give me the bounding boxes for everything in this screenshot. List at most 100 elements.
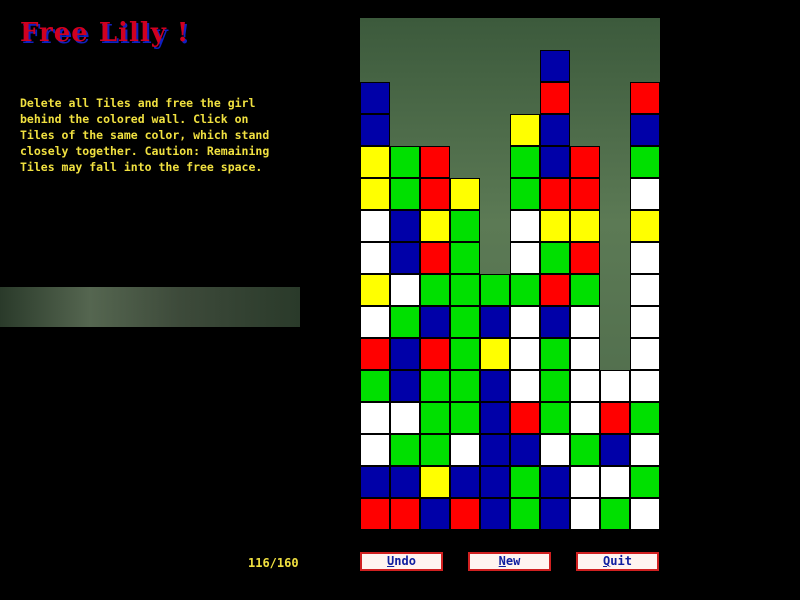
tile[interactable] <box>390 370 420 402</box>
tile[interactable] <box>630 338 660 370</box>
tile[interactable] <box>630 274 660 306</box>
tile[interactable] <box>570 146 600 178</box>
tile[interactable] <box>450 402 480 434</box>
tile[interactable] <box>510 466 540 498</box>
tile[interactable] <box>540 114 570 146</box>
tile[interactable] <box>540 178 570 210</box>
tile[interactable] <box>360 466 390 498</box>
tile[interactable] <box>600 434 630 466</box>
tile[interactable] <box>510 338 540 370</box>
tile[interactable] <box>570 338 600 370</box>
tile[interactable] <box>540 210 570 242</box>
tile[interactable] <box>360 242 390 274</box>
tile[interactable] <box>540 370 570 402</box>
tile[interactable] <box>450 370 480 402</box>
tile[interactable] <box>630 370 660 402</box>
tile[interactable] <box>450 178 480 210</box>
tile[interactable] <box>510 402 540 434</box>
tile[interactable] <box>510 306 540 338</box>
tile[interactable] <box>390 178 420 210</box>
tile[interactable] <box>390 466 420 498</box>
tile[interactable] <box>570 466 600 498</box>
tile[interactable] <box>390 306 420 338</box>
tile[interactable] <box>390 434 420 466</box>
tile[interactable] <box>420 146 450 178</box>
tile[interactable] <box>570 498 600 530</box>
tile[interactable] <box>360 402 390 434</box>
tile[interactable] <box>420 402 450 434</box>
tile[interactable] <box>510 242 540 274</box>
tile[interactable] <box>480 274 510 306</box>
tile[interactable] <box>570 370 600 402</box>
tile[interactable] <box>540 50 570 82</box>
tile[interactable] <box>360 370 390 402</box>
tile[interactable] <box>480 434 510 466</box>
tile[interactable] <box>510 210 540 242</box>
tile[interactable] <box>600 402 630 434</box>
tile[interactable] <box>420 178 450 210</box>
tile[interactable] <box>540 402 570 434</box>
tile[interactable] <box>510 498 540 530</box>
tile[interactable] <box>570 402 600 434</box>
tile[interactable] <box>420 370 450 402</box>
tile[interactable] <box>630 498 660 530</box>
tile[interactable] <box>540 82 570 114</box>
tile[interactable] <box>360 210 390 242</box>
tile[interactable] <box>510 274 540 306</box>
tile[interactable] <box>390 242 420 274</box>
tile[interactable] <box>570 434 600 466</box>
tile[interactable] <box>360 306 390 338</box>
tile[interactable] <box>630 242 660 274</box>
tile[interactable] <box>630 114 660 146</box>
tile[interactable] <box>360 338 390 370</box>
tile[interactable] <box>540 466 570 498</box>
tile[interactable] <box>420 274 450 306</box>
tile[interactable] <box>570 210 600 242</box>
tile[interactable] <box>630 402 660 434</box>
tile[interactable] <box>450 338 480 370</box>
tile-board[interactable] <box>360 18 660 530</box>
tile[interactable] <box>570 178 600 210</box>
tile[interactable] <box>480 498 510 530</box>
tile[interactable] <box>390 274 420 306</box>
tile[interactable] <box>540 242 570 274</box>
tile[interactable] <box>420 306 450 338</box>
tile[interactable] <box>390 210 420 242</box>
tile[interactable] <box>420 338 450 370</box>
undo-button[interactable]: Undo <box>360 552 443 571</box>
new-button[interactable]: New <box>468 552 551 571</box>
tile[interactable] <box>570 274 600 306</box>
quit-button[interactable]: Quit <box>576 552 659 571</box>
tile[interactable] <box>390 146 420 178</box>
tile[interactable] <box>360 498 390 530</box>
tile[interactable] <box>630 434 660 466</box>
tile[interactable] <box>630 178 660 210</box>
tile[interactable] <box>450 434 480 466</box>
tile[interactable] <box>420 498 450 530</box>
tile[interactable] <box>510 178 540 210</box>
tile[interactable] <box>600 370 630 402</box>
tile[interactable] <box>480 338 510 370</box>
tile[interactable] <box>600 498 630 530</box>
tile[interactable] <box>390 338 420 370</box>
tile[interactable] <box>450 466 480 498</box>
tile[interactable] <box>630 466 660 498</box>
tile[interactable] <box>480 402 510 434</box>
tile[interactable] <box>390 498 420 530</box>
tile[interactable] <box>540 434 570 466</box>
tile[interactable] <box>360 146 390 178</box>
tile[interactable] <box>420 434 450 466</box>
tile[interactable] <box>450 274 480 306</box>
tile[interactable] <box>630 210 660 242</box>
tile[interactable] <box>540 146 570 178</box>
tile[interactable] <box>450 498 480 530</box>
tile[interactable] <box>570 242 600 274</box>
tile[interactable] <box>630 82 660 114</box>
tile[interactable] <box>630 146 660 178</box>
tile[interactable] <box>540 274 570 306</box>
tile[interactable] <box>510 114 540 146</box>
tile[interactable] <box>510 434 540 466</box>
tile[interactable] <box>390 402 420 434</box>
tile[interactable] <box>450 306 480 338</box>
tile[interactable] <box>360 434 390 466</box>
